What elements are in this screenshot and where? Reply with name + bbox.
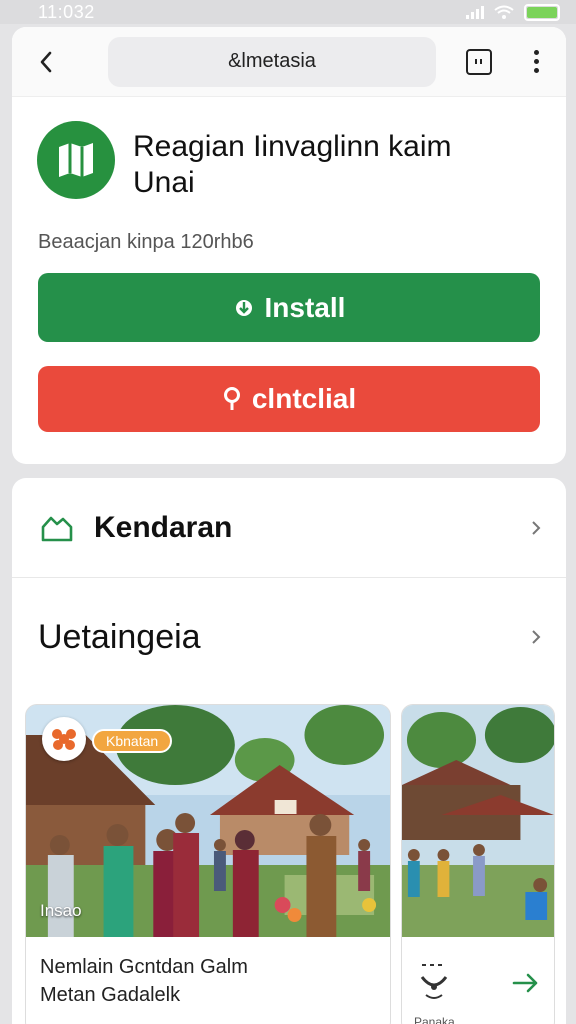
wifi-icon bbox=[494, 5, 514, 19]
gallery-caption: Nemlain Gcntdan Galm Metan Gadalelk bbox=[26, 937, 390, 1009]
gallery-card[interactable]: Panaka bbox=[401, 704, 555, 1024]
status-bar: 11:032 bbox=[0, 0, 576, 24]
url-bar[interactable]: &lmetasia bbox=[108, 36, 436, 87]
kendaraan-label: Kendaran bbox=[94, 510, 233, 544]
headphones-icon bbox=[420, 964, 448, 999]
browser-toolbar: &lmetasia bbox=[12, 27, 566, 97]
brand-logo bbox=[42, 717, 86, 761]
photo-tag: Insao bbox=[40, 901, 82, 920]
install-icon bbox=[235, 299, 252, 316]
app-title-line1: Reagian Iinvaglinn kaim bbox=[133, 130, 452, 163]
category-chip: Kbnatan bbox=[92, 729, 173, 753]
kendaraan-row[interactable]: Kendaran bbox=[12, 478, 566, 578]
gallery-card[interactable]: Kbnatan Insao Nemlain Gcntdan Galm Metan… bbox=[25, 704, 391, 1024]
app-card: &lmetasia Reagian Iinvaglinn kaim Unai B… bbox=[12, 27, 566, 464]
arrow-right-icon[interactable] bbox=[512, 973, 540, 993]
gallery: Kbnatan Insao Nemlain Gcntdan Galm Metan… bbox=[25, 704, 555, 1024]
secondary-button[interactable]: clntclial bbox=[38, 366, 540, 432]
tile-footer: Panaka bbox=[402, 953, 554, 1024]
tabs-icon[interactable] bbox=[466, 48, 492, 75]
signal-icon bbox=[466, 5, 484, 19]
section-header[interactable]: Uetaingeia bbox=[12, 578, 566, 696]
car-outline-icon bbox=[41, 516, 73, 541]
content-card: Kendaran Uetaingeia Kbnatan Insao Nemlai… bbox=[12, 478, 566, 1024]
chevron-right-icon bbox=[532, 520, 541, 535]
section-title: Uetaingeia bbox=[38, 617, 201, 656]
chevron-left-icon bbox=[40, 51, 52, 72]
tile-footer-text: Panaka bbox=[414, 1015, 455, 1024]
install-label: Install bbox=[264, 291, 346, 323]
status-icons bbox=[466, 3, 560, 21]
app-icon bbox=[37, 121, 115, 199]
caption-line1: Nemlain Gcntdan Galm bbox=[40, 956, 248, 978]
status-time: 11:032 bbox=[38, 1, 95, 22]
app-title: Reagian Iinvaglinn kaim Unai bbox=[133, 129, 452, 201]
secondary-label: clntclial bbox=[251, 383, 357, 414]
app-meta: Beaacjan kinpa 120rhb6 bbox=[38, 231, 254, 253]
app-header: Reagian Iinvaglinn kaim Unai bbox=[12, 97, 566, 201]
install-button[interactable]: Install bbox=[38, 273, 540, 342]
caption-line2: Metan Gadalelk bbox=[40, 984, 181, 1006]
pin-icon bbox=[223, 387, 240, 410]
book-map-icon bbox=[59, 143, 93, 177]
village-photo bbox=[402, 705, 554, 937]
back-button[interactable] bbox=[32, 48, 60, 76]
chevron-right-icon bbox=[532, 630, 541, 644]
more-vertical-icon[interactable] bbox=[534, 50, 539, 73]
app-title-line2: Unai bbox=[133, 166, 195, 199]
flower-logo-icon bbox=[52, 729, 76, 750]
battery-icon bbox=[524, 3, 560, 21]
